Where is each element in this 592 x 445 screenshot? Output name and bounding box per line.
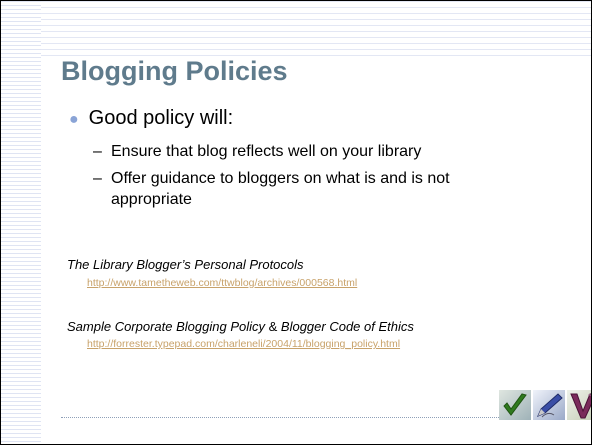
sub-item-text: Ensure that blog reflects well on your l…	[111, 143, 422, 160]
sub-item: – Offer guidance to bloggers on what is a…	[93, 168, 531, 210]
citation-title: Sample Corporate Blogging Policy & Blogg…	[67, 319, 414, 334]
citation-link[interactable]: http://www.tametheweb.com/ttwblog/archiv…	[87, 277, 357, 289]
dash-icon: –	[93, 143, 102, 160]
sub-item-text: Offer guidance to bloggers on what is an…	[111, 170, 450, 208]
slide: Blogging Policies ● Good policy will: – En…	[0, 0, 592, 445]
citation-title-amp: &	[265, 319, 281, 334]
divider	[61, 417, 517, 418]
slide-title: Blogging Policies	[61, 56, 288, 86]
citation-title-part: Sample Corporate Blogging Policy	[67, 319, 265, 334]
icon-group	[498, 389, 591, 421]
top-ruled-band	[41, 1, 591, 57]
bullet-text: Good policy will:	[88, 107, 234, 129]
left-ruled-border	[1, 1, 41, 444]
v-letter-icon	[566, 389, 591, 421]
bullet-item: ● Good policy will:	[69, 107, 233, 130]
checkmark-icon	[498, 389, 532, 421]
citation-title: The Library Blogger’s Personal Protocols	[67, 257, 304, 272]
dash-icon: –	[93, 170, 102, 187]
sub-item: – Ensure that blog reflects well on your …	[93, 141, 513, 162]
bullet-dot-icon: ●	[69, 111, 79, 128]
citation-link[interactable]: http://forrester.typepad.com/charleneli/…	[87, 338, 400, 350]
pen-icon	[532, 389, 566, 421]
citation-title-part: Blogger Code of Ethics	[280, 319, 414, 334]
